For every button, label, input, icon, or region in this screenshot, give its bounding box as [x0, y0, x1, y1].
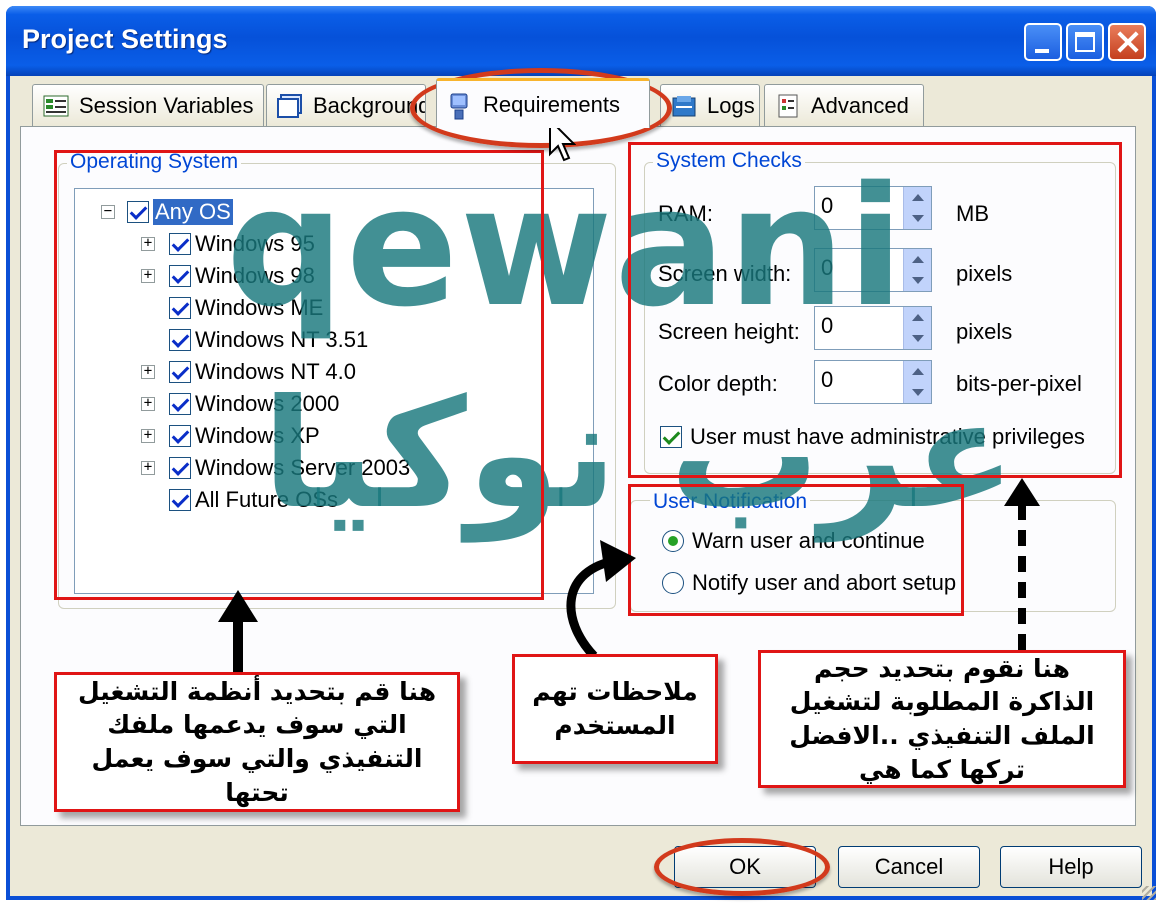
tab-requirements[interactable]: Requirements [436, 78, 650, 128]
help-button-label: Help [1048, 854, 1094, 879]
os-annotation-note: هنا قم بتحديد أنظمة التشغيل التي سوف يدع… [54, 672, 460, 812]
tab-label: Advanced [811, 92, 909, 118]
os-highlight-box [54, 150, 544, 600]
tab-logs[interactable]: Logs [660, 84, 760, 126]
close-button[interactable] [1108, 23, 1146, 61]
background-icon [277, 93, 303, 118]
resize-grip[interactable] [1142, 886, 1156, 900]
cancel-button-label: Cancel [874, 854, 944, 879]
window-title: Project Settings [22, 24, 228, 54]
notification-annotation-note: ملاحظات تهم المستخدم [512, 654, 718, 764]
tab-label: Session Variables [79, 92, 254, 118]
tab-background[interactable]: Background [266, 84, 426, 126]
logs-icon [671, 94, 697, 118]
requirements-icon [447, 93, 473, 119]
user-notification-highlight-box [628, 484, 964, 616]
help-button[interactable]: Help [1000, 846, 1142, 888]
title-bar[interactable]: Project Settings [6, 6, 1156, 76]
tab-session-variables[interactable]: Session Variables [32, 84, 264, 126]
tab-label: Background [313, 92, 426, 118]
session-variables-icon [43, 94, 69, 118]
ok-button-ellipse [654, 838, 830, 896]
tab-label: Logs [707, 92, 755, 118]
cancel-button[interactable]: Cancel [838, 846, 980, 888]
tab-advanced[interactable]: Advanced [764, 84, 924, 126]
minimize-button[interactable] [1024, 23, 1062, 61]
tab-label: Requirements [483, 91, 620, 117]
maximize-button[interactable] [1066, 23, 1104, 61]
advanced-icon [775, 94, 801, 118]
system-checks-highlight-box [628, 142, 1122, 478]
checks-annotation-note: هنا نقوم بتحديد حجم الذاكرة المطلوبة لتش… [758, 650, 1126, 788]
